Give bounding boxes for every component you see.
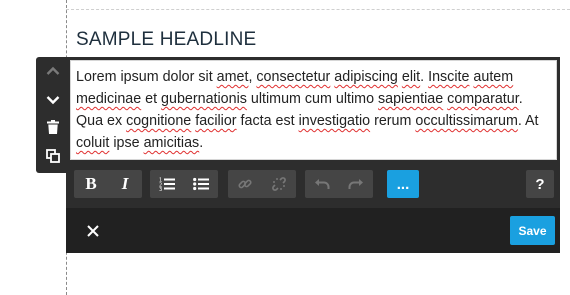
misspelled-word: Inscite [428,69,470,85]
misspelled-word: adipiscing [334,69,398,85]
list-group: 1 2 3 [150,170,218,198]
undo-button[interactable] [305,170,339,198]
unlink-icon [272,177,286,191]
misspelled-word: medicinae [76,91,142,107]
block-tools-sidebar [36,57,70,173]
ordered-list-icon: 1 2 3 [159,178,175,191]
redo-button[interactable] [339,170,373,198]
text-style-group: B I [74,170,142,198]
copy-icon [46,149,60,163]
text-run: Lorem ipsum dolor sit [76,69,217,85]
misspelled-word: amicitias [143,135,200,151]
help-button[interactable]: ? [526,170,554,198]
save-button[interactable]: Save [510,216,555,245]
misspelled-word: occultissimarum [415,113,518,129]
more-options-button[interactable]: ... [387,170,419,198]
misspelled-word: elit [401,69,421,85]
close-icon [87,225,99,237]
svg-text:3: 3 [159,187,162,191]
misspelled-word: consectetur [256,69,331,85]
misspelled-word: investigatio [298,113,371,129]
misspelled-word: amet [216,69,249,85]
bold-button[interactable]: B [74,170,108,198]
duplicate-block-button[interactable] [36,144,70,168]
misspelled-word: facilior [195,113,237,129]
chevron-down-icon [46,96,60,105]
sample-headline: SAMPLE HEADLINE [76,29,257,50]
guide-line-horizontal [66,9,570,10]
delete-block-button[interactable] [36,115,70,139]
text-run: . [420,69,429,85]
trash-icon [47,120,59,134]
misspelled-word: cognitione [126,113,192,129]
chevron-up-icon [46,66,60,75]
unordered-list-button[interactable] [184,170,218,198]
unlink-button[interactable] [262,170,296,198]
redo-icon [348,179,363,189]
text-run: . At [517,113,539,129]
link-group [228,170,296,198]
text-run: ultimum cum ultimo [246,91,378,107]
link-icon [238,179,252,189]
link-button[interactable] [228,170,262,198]
unordered-list-icon [193,177,209,191]
text-run: . [199,135,204,151]
misspelled-word: sapientiae [378,91,444,107]
misspelled-word: gubernationis [161,91,247,107]
history-group [305,170,373,198]
misspelled-word: autem [473,69,514,85]
misspelled-word: comparatur [447,91,519,107]
close-button[interactable] [80,219,106,243]
undo-icon [315,179,330,189]
text-run: et [141,91,162,107]
text-run: facta est [236,113,299,129]
move-down-button[interactable] [36,88,70,112]
move-up-button[interactable] [36,59,70,83]
misspelled-word: coluit [76,135,110,151]
rich-text-editor[interactable]: Lorem ipsum dolor sit amet, consectetur … [70,60,557,160]
italic-button[interactable]: I [108,170,142,198]
text-run: rerum [370,113,416,129]
text-run: ipse [109,135,144,151]
ordered-list-button[interactable]: 1 2 3 [150,170,184,198]
editor-footer [66,208,560,253]
